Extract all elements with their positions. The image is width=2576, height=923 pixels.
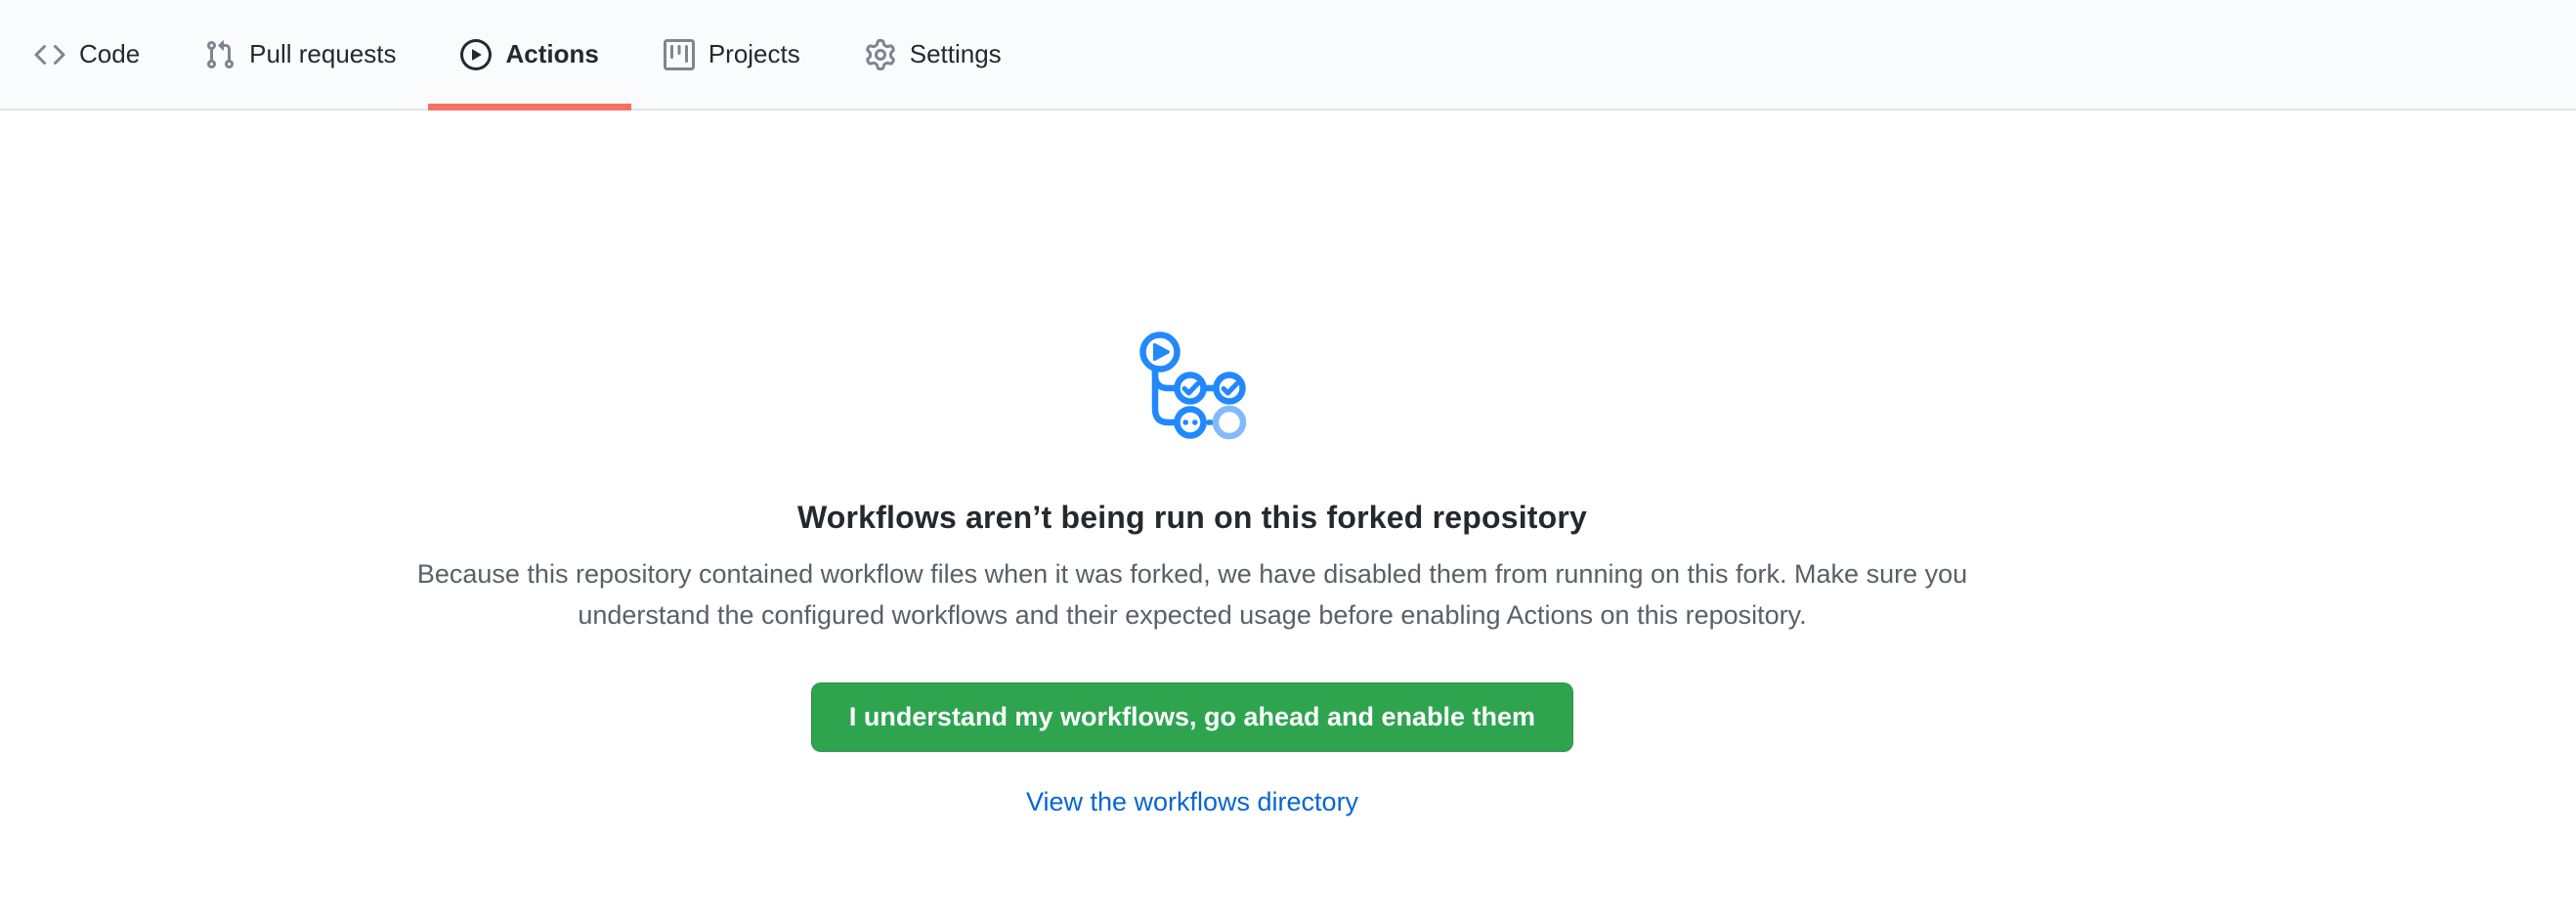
workflow-illustration-icon <box>1124 318 1261 455</box>
tab-pull-requests-label: Pull requests <box>249 39 396 69</box>
tab-code-label: Code <box>79 39 140 69</box>
project-board-icon <box>664 39 695 70</box>
enable-button-row: I understand my workflows, go ahead and … <box>0 636 2384 752</box>
blankslate: Workflows aren’t being run on this forke… <box>0 110 2384 817</box>
tab-settings-label: Settings <box>910 39 1002 69</box>
tab-pull-requests[interactable]: Pull requests <box>172 0 428 109</box>
tab-code[interactable]: Code <box>2 0 172 109</box>
tab-settings[interactable]: Settings <box>833 0 1034 109</box>
git-pull-request-icon <box>204 39 236 70</box>
gear-icon <box>865 39 896 70</box>
tab-actions-label: Actions <box>505 39 598 69</box>
actions-blankslate-page: Workflows aren’t being run on this forke… <box>0 110 2576 817</box>
code-icon <box>34 39 65 70</box>
tab-actions[interactable]: Actions <box>428 0 630 109</box>
tab-projects[interactable]: Projects <box>631 0 833 109</box>
repo-tab-nav: Code Pull requests Actions Projects Sett… <box>0 0 2576 110</box>
tab-projects-label: Projects <box>708 39 800 69</box>
workflows-link-row: View the workflows directory <box>0 787 2384 817</box>
view-workflows-directory-link[interactable]: View the workflows directory <box>1026 787 1358 816</box>
enable-workflows-button[interactable]: I understand my workflows, go ahead and … <box>811 682 1573 752</box>
play-circle-icon <box>460 39 492 70</box>
blankslate-heading: Workflows aren’t being run on this forke… <box>0 497 2384 538</box>
blankslate-description: Because this repository contained workfl… <box>391 553 1994 636</box>
